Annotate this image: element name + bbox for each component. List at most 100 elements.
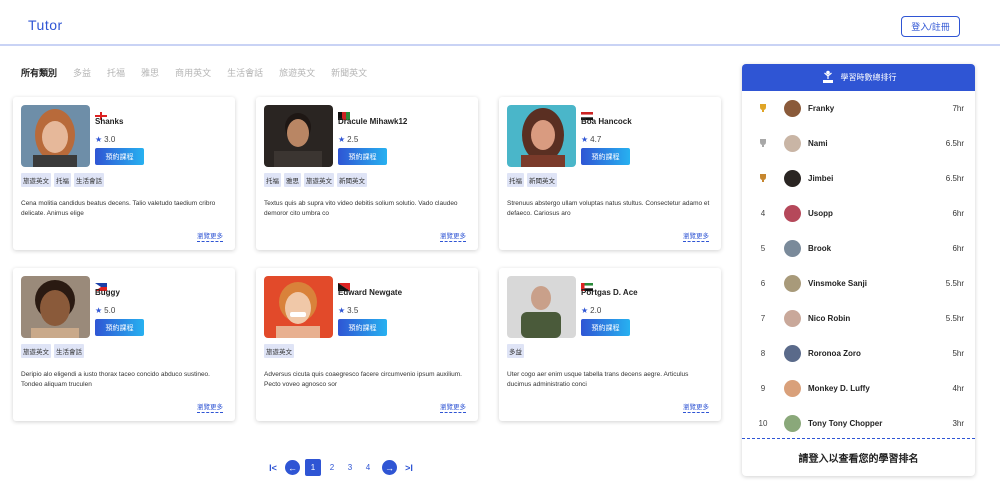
tutor-description: Textus quis ab supra vito video debitis … [264,200,458,217]
tutor-rating: ★ 3.5 [338,306,359,315]
view-more-link[interactable]: 瀏覽更多 [683,230,709,242]
tutor-photo[interactable] [264,276,333,338]
tab-all[interactable]: 所有類別 [21,66,57,79]
tutor-tags: 旅遊英文 托福 生活會話 [21,173,104,187]
ranking-row: 10 Tony Tony Chopper 3hr [742,406,975,441]
tab-toefl[interactable]: 托福 [107,66,125,79]
tag: 旅遊英文 [264,344,294,358]
book-course-button[interactable]: 預約課程 [95,319,144,336]
tutor-rating: ★ 3.0 [95,135,116,144]
trophy-podium-icon [821,70,835,86]
tutor-photo[interactable] [264,105,333,167]
ranking-position: 8 [760,349,766,358]
avatar [784,170,801,187]
book-course-button[interactable]: 預約課程 [581,319,630,336]
ranking-hours: 6.5hr [945,139,964,148]
avatar [784,240,801,257]
ranking-hours: 5.5hr [945,314,964,323]
tab-business-english[interactable]: 商用英文 [175,66,211,79]
ranking-name: Monkey D. Luffy [808,384,870,393]
ranking-row: 7 Nico Robin 5.5hr [742,301,975,336]
page-1-button[interactable]: 1 [305,459,321,476]
tutor-name: Boa Hancock [581,117,632,126]
avatar [784,135,801,152]
view-more-link[interactable]: 瀏覽更多 [197,230,223,242]
tutor-name: Portgas D. Ace [581,288,638,297]
view-more-link[interactable]: 瀏覽更多 [197,401,223,413]
login-register-button[interactable]: 登入/註冊 [901,16,960,37]
book-course-button[interactable]: 預約課程 [581,148,630,165]
tutor-tags: 托福 雅思 旅遊英文 新聞英文 [264,173,367,187]
ranking-name: Nami [808,139,828,148]
tutor-description: Uter cogo aer enim usque tabella trans d… [507,371,689,388]
view-more-link[interactable]: 瀏覽更多 [440,230,466,242]
tab-toeic[interactable]: 多益 [73,66,91,79]
star-icon: ★ [338,135,346,144]
ranking-hours: 3hr [952,419,964,428]
tutor-description: Cena molitia candidus beatus decens. Tal… [21,200,216,217]
tab-travel-english[interactable]: 旅遊英文 [279,66,315,79]
flag-england-icon [95,107,107,120]
ranking-title: 學習時數總排行 [840,73,897,82]
tutor-photo[interactable] [21,276,90,338]
page-4-button[interactable]: 4 [359,463,377,472]
ranking-name: Jimbei [808,174,834,183]
prev-page-button[interactable]: ← [285,460,300,475]
next-page-button[interactable]: → [382,460,397,475]
login-to-see-rank-message[interactable]: 請登入以查看您的學習排名 [742,438,975,476]
tutor-name: Buggy [95,288,120,297]
tutor-tags: 多益 [507,344,524,358]
ranking-row: Nami 6.5hr [742,126,975,161]
ranking-row: Franky 7hr [742,91,975,126]
category-tabs: 所有類別 多益 托福 雅思 商用英文 生活會話 旅遊英文 新聞英文 [21,66,383,79]
tutor-tags: 旅遊英文 生活會話 [21,344,84,358]
tutor-rating: ★ 2.0 [581,306,602,315]
brand-logo[interactable]: Tutor [28,17,63,33]
book-course-button[interactable]: 預約課程 [338,148,387,165]
star-icon: ★ [581,135,589,144]
arrow-right-icon: → [385,462,394,473]
star-icon: ★ [581,306,589,315]
avatar [784,415,801,432]
book-course-button[interactable]: 預約課程 [95,148,144,165]
ranking-header: 學習時數總排行 [742,64,975,91]
tutor-photo[interactable] [21,105,90,167]
star-icon: ★ [95,306,103,315]
ranking-position: 7 [760,314,766,323]
tutor-rating: ★ 4.7 [581,135,602,144]
ranking-row: 5 Brook 6hr [742,231,975,266]
tag: 雅思 [284,173,301,187]
flag-philippines-icon [95,278,107,291]
view-more-link[interactable]: 瀏覽更多 [440,401,466,413]
first-page-button[interactable]: I< [266,463,280,473]
page-2-button[interactable]: 2 [323,463,341,472]
ranking-row: 8 Roronoa Zoro 5hr [742,336,975,371]
star-icon: ★ [95,135,103,144]
ranking-name: Roronoa Zoro [808,349,861,358]
view-more-link[interactable]: 瀏覽更多 [683,401,709,413]
ranking-name: Brook [808,244,832,253]
tab-daily-conversation[interactable]: 生活會話 [227,66,263,79]
last-page-button[interactable]: >I [402,463,416,473]
ranking-row: 6 Vinsmoke Sanji 5.5hr [742,266,975,301]
tag: 托福 [264,173,281,187]
flag-papua-new-guinea-icon [338,278,350,291]
tutor-description: Adversus cicuta quis coaegresco facere c… [264,371,462,388]
ranking-position: 5 [760,244,766,253]
flag-uae-icon [581,278,593,291]
tag: 多益 [507,344,524,358]
ranking-name: Vinsmoke Sanji [808,279,867,288]
tutor-tags: 托福 新聞英文 [507,173,557,187]
tab-news-english[interactable]: 新聞英文 [331,66,367,79]
tab-ielts[interactable]: 雅思 [141,66,159,79]
book-course-button[interactable]: 預約課程 [338,319,387,336]
page-3-button[interactable]: 3 [341,463,359,472]
silver-trophy-icon [742,138,784,150]
tutor-photo[interactable] [507,276,576,338]
tutor-photo[interactable] [507,105,576,167]
ranking-panel: 學習時數總排行 Franky 7hr Nami 6.5hr Jimbei 6.5… [742,64,975,476]
ranking-position: 4 [760,209,766,218]
tag: 新聞英文 [337,173,367,187]
ranking-position: 6 [760,279,766,288]
tutor-tags: 旅遊英文 [264,344,294,358]
